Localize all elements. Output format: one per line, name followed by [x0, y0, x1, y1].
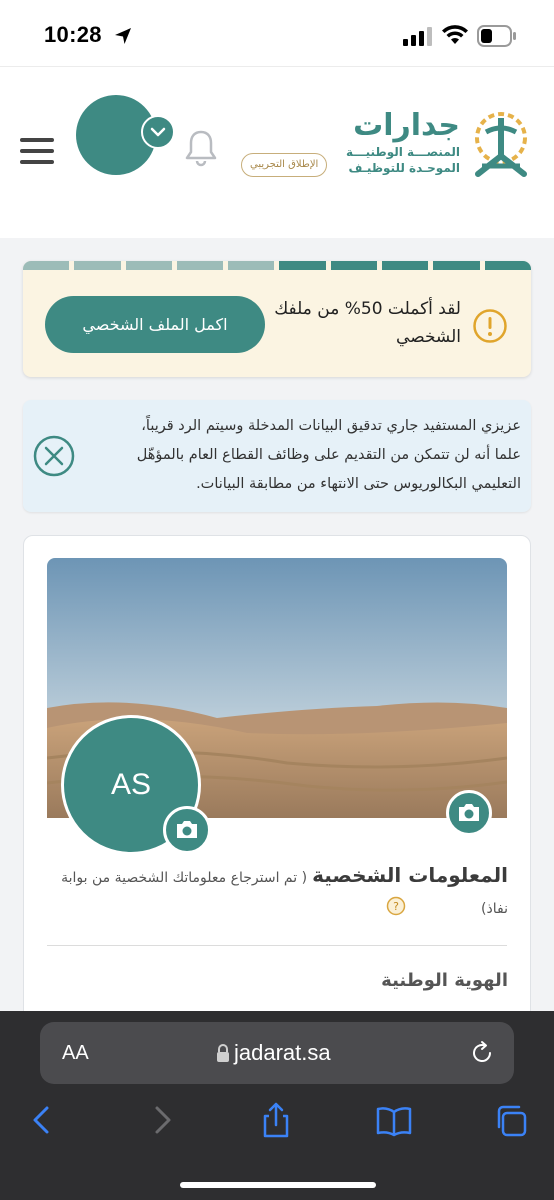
progress-segment [125, 261, 172, 270]
warning-icon [473, 309, 507, 343]
info-banner: عزيزي المستفيد جاري تدقيق البيانات المدخ… [23, 400, 531, 512]
change-avatar-photo-button[interactable] [163, 806, 211, 854]
progress-message: لقد أكملت 50% من ملفك الشخصي [274, 299, 461, 347]
section-title: المعلومات الشخصية [312, 863, 508, 887]
logo-subtitle-line2: الموحـدة للتوظيـف [348, 161, 460, 175]
back-icon[interactable] [24, 1100, 60, 1140]
logo-subtitle-line1: المنصـــة الوطنيـــة [346, 145, 460, 159]
location-arrow-icon [115, 28, 131, 44]
progress-segment [330, 261, 378, 270]
text-size-button[interactable]: AA [62, 1042, 89, 1065]
progress-segment [382, 261, 429, 270]
camera-icon [177, 821, 197, 838]
beta-badge: الإطلاق التجريبي [241, 153, 328, 177]
share-icon[interactable] [258, 1100, 294, 1140]
home-indicator [180, 1182, 376, 1188]
svg-text:?: ? [393, 900, 399, 913]
text-size-label: AA [62, 1042, 89, 1064]
progress-segment [23, 261, 70, 270]
info-message: عزيزي المستفيد جاري تدقيق البيانات المدخ… [136, 418, 521, 492]
url-text[interactable]: jadarat.sa [234, 1040, 331, 1066]
bookmarks-icon[interactable] [376, 1100, 412, 1140]
logo-emblem-icon [475, 112, 527, 177]
help-icon[interactable]: ? [386, 896, 406, 916]
progress-segment [279, 261, 326, 270]
camera-icon [459, 804, 479, 821]
close-icon[interactable] [32, 434, 76, 478]
progress-bar [23, 261, 531, 270]
status-bar: 10:28 [0, 0, 554, 66]
national-id-label: الهوية الوطنية [381, 970, 508, 991]
chevron-down-icon[interactable] [141, 115, 175, 149]
status-time: 10:28 [44, 22, 102, 47]
progress-segment [484, 261, 531, 270]
progress-segment [74, 261, 121, 270]
tabs-icon[interactable] [494, 1100, 530, 1140]
wifi-icon [442, 25, 468, 44]
forward-icon[interactable] [144, 1100, 180, 1140]
hamburger-menu-icon[interactable] [20, 138, 54, 166]
cellular-signal-icon [403, 27, 432, 46]
logo[interactable]: جدارات المنصـــة الوطنيـــة الموحـدة للت… [330, 108, 460, 176]
bell-icon[interactable] [183, 128, 219, 168]
progress-segment [228, 261, 275, 270]
progress-segment [176, 261, 224, 270]
progress-segment [433, 261, 480, 270]
lock-icon [217, 1044, 229, 1062]
change-cover-photo-button[interactable] [446, 790, 492, 836]
profile-progress-card: اكمل الملف الشخصي لقد أكملت 50% من ملفك … [23, 261, 531, 377]
logo-name: جدارات [353, 108, 460, 143]
personal-info-heading: المعلومات الشخصية ( تم استرجاع معلوماتك … [50, 860, 508, 924]
divider [47, 945, 507, 946]
complete-profile-button[interactable]: اكمل الملف الشخصي [45, 296, 265, 353]
battery-icon [477, 25, 516, 47]
reload-icon[interactable] [469, 1040, 495, 1066]
